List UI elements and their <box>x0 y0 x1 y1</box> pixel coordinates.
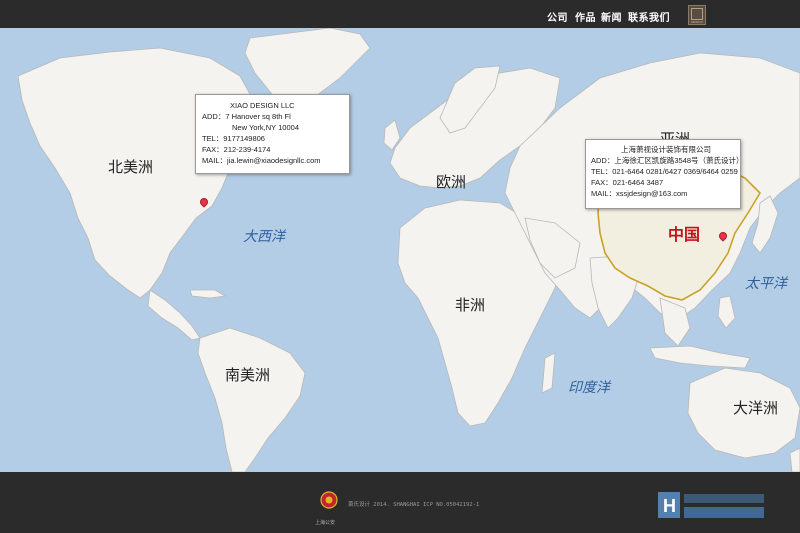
newyork-mail[interactable]: MAIL：jia.lewin@xiaodesignllc.com <box>202 155 343 166</box>
shanghai-company-name: 上海萧视设计装饰有限公司 <box>621 145 711 154</box>
label-oceania: 大洋洲 <box>733 400 779 417</box>
watermark-logo-icon: H <box>658 492 764 518</box>
label-atlantic-ocean: 大西洋 <box>243 228 285 244</box>
newyork-fax: FAX：212-239-4174 <box>202 145 271 154</box>
label-north-america: 北美洲 <box>108 159 154 176</box>
world-map[interactable]: 北美洲 欧洲 亚洲 非洲 南美洲 大洋洲 大西洋 太平洋 印度洋 中国 XIAO… <box>0 28 800 472</box>
newyork-company-name: XIAO DESIGN LLC <box>230 101 295 110</box>
newyork-address: ADD：7 Hanover sq 8th Fl <box>202 112 291 121</box>
logo-mark-icon <box>691 8 703 20</box>
indonesia-shape <box>649 345 751 369</box>
nav-company[interactable]: 公司 <box>547 9 568 24</box>
philippines-shape <box>717 295 736 329</box>
newyork-tel: TEL：9177149806 <box>202 134 265 143</box>
caribbean-shape <box>189 289 227 299</box>
newyork-city: New York,NY 10004 <box>232 123 299 132</box>
top-navigation-bar: 公司 作品 新闻 联系我们 DESIGN <box>0 0 800 28</box>
label-indian-ocean: 印度洋 <box>568 379 610 395</box>
newyork-office-popup: XIAO DESIGN LLC ADD：7 Hanover sq 8th Fl … <box>195 94 350 174</box>
nav-news[interactable]: 新闻 <box>601 9 622 24</box>
nav-works[interactable]: 作品 <box>575 9 596 24</box>
shanghai-fax: FAX：021-6464 3487 <box>591 178 664 187</box>
copyright-text: 萧氏设计 2014. SHANGHAI ICP NO.05042192-1 <box>348 502 480 508</box>
brand-logo[interactable]: DESIGN <box>688 5 706 25</box>
nav-contact[interactable]: 联系我们 <box>628 9 670 24</box>
shanghai-mail[interactable]: MAIL：xssjdesign@163.com <box>591 188 735 199</box>
label-china: 中国 <box>668 227 701 244</box>
central-america-shape <box>147 289 201 341</box>
emblem-caption: 上海公安 <box>315 520 336 526</box>
police-emblem-icon <box>320 491 338 509</box>
label-africa: 非洲 <box>455 297 486 314</box>
new-zealand-shape <box>789 447 800 472</box>
shanghai-tel: TEL：021-6464 0281/6427 0369/6464 0259 <box>591 167 738 176</box>
svg-text:H: H <box>663 496 676 516</box>
shanghai-address: ADD：上海徐汇区凯旋路3548号（萧氏设计） <box>591 156 744 165</box>
shanghai-office-popup: 上海萧视设计装饰有限公司 ADD：上海徐汇区凯旋路3548号（萧氏设计） TEL… <box>585 139 744 209</box>
label-europe: 欧洲 <box>436 174 467 191</box>
world-map-shapes <box>17 28 800 472</box>
madagascar-shape <box>541 352 556 394</box>
label-south-america: 南美洲 <box>225 367 271 384</box>
south-america-shape <box>197 327 306 472</box>
logo-text: DESIGN <box>691 20 703 24</box>
label-pacific-ocean: 太平洋 <box>745 275 787 291</box>
